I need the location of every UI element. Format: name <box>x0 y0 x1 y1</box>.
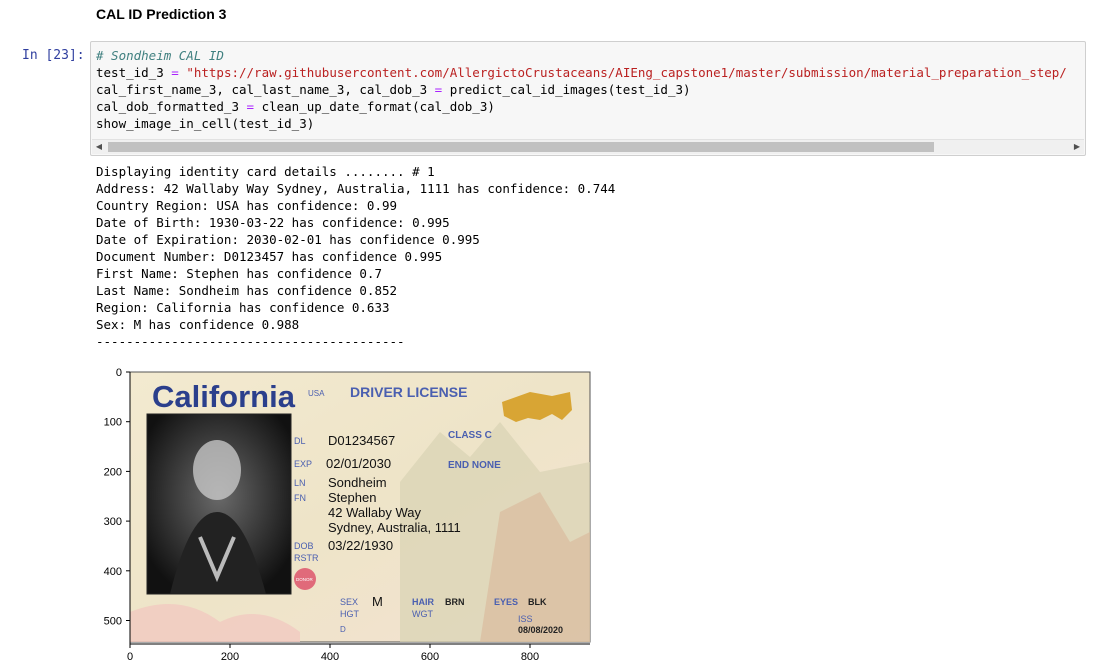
x-tick-label: 0 <box>127 651 133 662</box>
svg-text:EYES: EYES <box>494 597 518 607</box>
svg-text:03/22/1930: 03/22/1930 <box>328 538 393 553</box>
image-plot: California USA DRIVER LICENSE DL D012345… <box>104 367 591 662</box>
card-usa: USA <box>308 389 325 398</box>
output-line: First Name: Stephen has confidence 0.7 <box>96 266 382 281</box>
y-tick-label: 200 <box>104 466 122 478</box>
svg-text:Stephen: Stephen <box>328 490 376 505</box>
svg-text:D01234567: D01234567 <box>328 433 395 448</box>
svg-text:D: D <box>340 625 346 634</box>
y-tick-label: 500 <box>104 616 122 628</box>
output-line: Displaying identity card details .......… <box>96 164 435 179</box>
svg-text:Sondheim: Sondheim <box>328 475 387 490</box>
svg-text:END NONE: END NONE <box>448 460 501 471</box>
output-line: Region: California has confidence 0.633 <box>96 300 390 315</box>
x-tick-label: 400 <box>321 651 339 662</box>
y-axis-ticks: 0 100 200 300 400 500 <box>104 367 130 628</box>
code-line: show_image_in_cell(test_id_3) <box>96 116 315 131</box>
y-tick-label: 0 <box>116 367 122 379</box>
svg-text:BRN: BRN <box>445 597 465 607</box>
svg-text:LN: LN <box>294 478 306 488</box>
svg-text:RSTR: RSTR <box>294 553 319 563</box>
scrollbar-thumb[interactable] <box>108 142 934 152</box>
svg-text:08/08/2020: 08/08/2020 <box>518 625 563 635</box>
svg-text:WGT: WGT <box>412 609 433 619</box>
card-image: California USA DRIVER LICENSE DL D012345… <box>129 371 591 643</box>
x-axis-ticks: 0 200 400 600 800 <box>127 644 539 662</box>
y-tick-label: 100 <box>104 417 122 429</box>
output-line: Address: 42 Wallaby Way Sydney, Australi… <box>96 181 616 196</box>
cell-prompt: In [23]: <box>22 48 85 63</box>
svg-text:DOB: DOB <box>294 541 314 551</box>
svg-text:EXP: EXP <box>294 459 312 469</box>
svg-text:HAIR: HAIR <box>412 597 434 607</box>
scroll-left-icon[interactable]: ◀ <box>92 140 106 154</box>
cell-output: Displaying identity card details .......… <box>96 163 615 350</box>
svg-text:SEX: SEX <box>340 597 358 607</box>
horizontal-scrollbar[interactable]: ◀ ▶ <box>92 139 1084 154</box>
output-line: Last Name: Sondheim has confidence 0.852 <box>96 283 398 298</box>
card-state-title: California <box>152 379 296 414</box>
svg-text:ISS: ISS <box>518 614 533 624</box>
output-line: Sex: M has confidence 0.988 <box>96 317 300 332</box>
output-line: Document Number: D0123457 has confidence… <box>96 249 443 264</box>
section-heading: CAL ID Prediction 3 <box>96 6 227 22</box>
code-line: test_id_3 = "https://raw.githubuserconte… <box>96 65 1067 80</box>
svg-text:HGT: HGT <box>340 609 360 619</box>
y-tick-label: 300 <box>104 516 122 528</box>
x-tick-label: 800 <box>521 651 539 662</box>
svg-text:CLASS C: CLASS C <box>448 430 492 441</box>
svg-text:02/01/2030: 02/01/2030 <box>326 456 391 471</box>
svg-text:42 Wallaby Way: 42 Wallaby Way <box>328 505 421 520</box>
scroll-right-icon[interactable]: ▶ <box>1070 140 1084 154</box>
svg-text:FN: FN <box>294 493 306 503</box>
output-line: Date of Birth: 1930-03-22 has confidence… <box>96 215 450 230</box>
svg-text:Sydney, Australia, 1111: Sydney, Australia, 1111 <box>328 520 461 535</box>
code-line: cal_first_name_3, cal_last_name_3, cal_d… <box>96 82 691 97</box>
svg-text:DONOR: DONOR <box>296 577 314 582</box>
code-editor[interactable]: # Sondheim CAL ID test_id_3 = "https://ra… <box>96 47 1067 132</box>
code-line: # Sondheim CAL ID <box>96 48 224 63</box>
x-tick-label: 200 <box>221 651 239 662</box>
y-tick-label: 400 <box>104 566 122 578</box>
x-tick-label: 600 <box>421 651 439 662</box>
output-line: Date of Expiration: 2030-02-01 has confi… <box>96 232 480 247</box>
svg-text:DL: DL <box>294 436 306 446</box>
card-license-title: DRIVER LICENSE <box>350 384 467 400</box>
output-line: ----------------------------------------… <box>96 334 405 349</box>
code-line: cal_dob_formatted_3 = clean_up_date_form… <box>96 99 495 114</box>
svg-text:BLK: BLK <box>528 597 547 607</box>
output-line: Country Region: USA has confidence: 0.99 <box>96 198 398 213</box>
code-cell[interactable]: # Sondheim CAL ID test_id_3 = "https://ra… <box>90 41 1086 156</box>
svg-text:M: M <box>372 594 383 609</box>
